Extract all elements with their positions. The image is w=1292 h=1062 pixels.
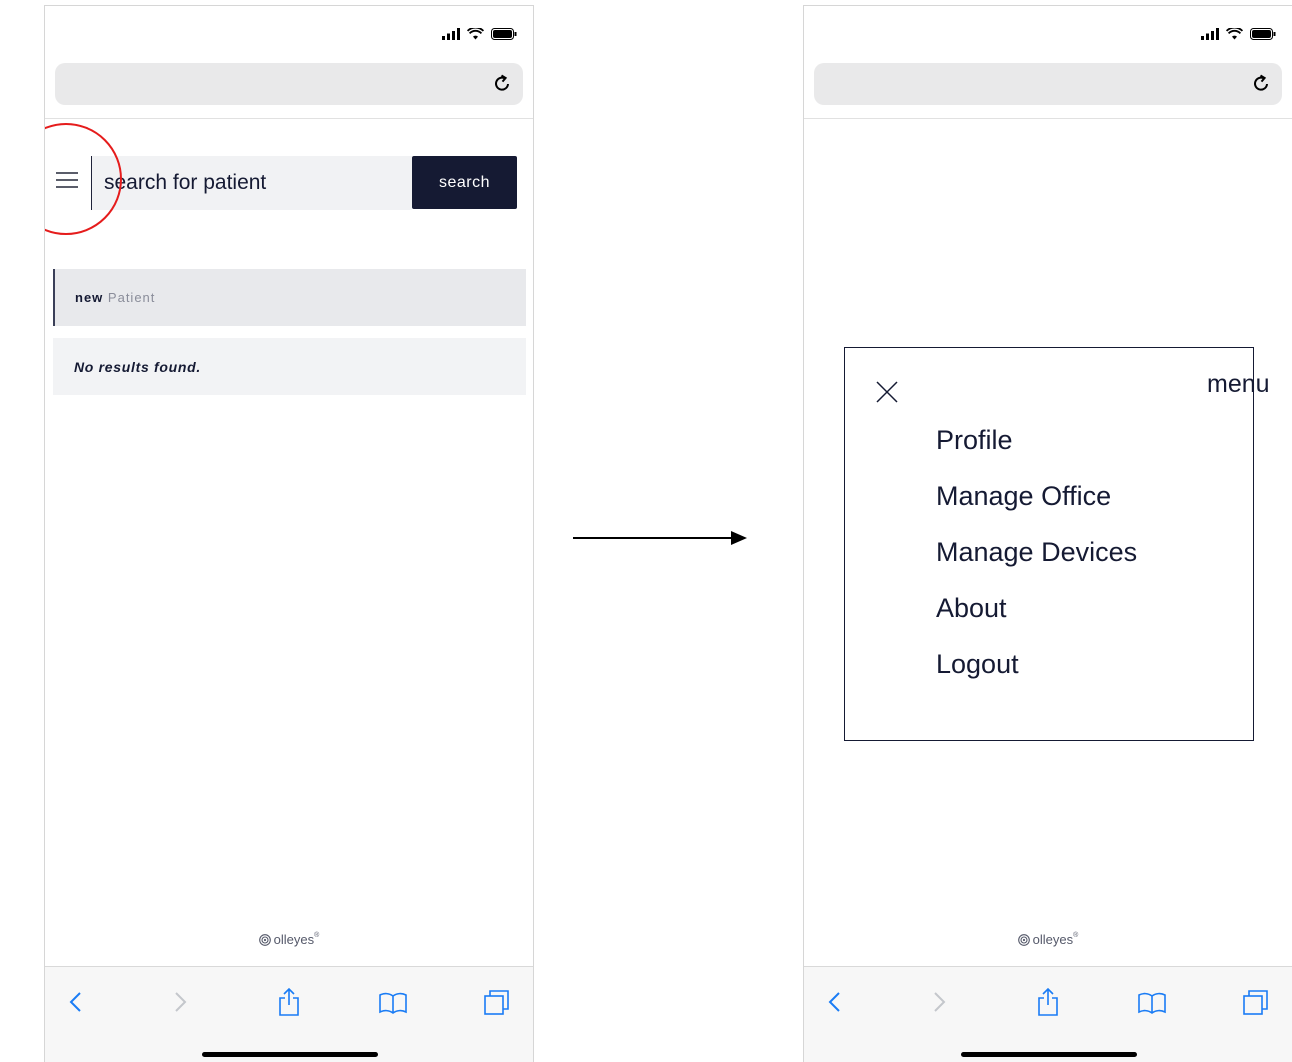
brand-name: olleyes <box>273 932 315 947</box>
menu-item-manage-office[interactable]: Manage Office <box>936 481 1137 537</box>
back-icon[interactable] <box>820 987 850 1017</box>
divider <box>45 118 533 119</box>
reload-icon[interactable] <box>1250 73 1272 95</box>
menu-item-logout[interactable]: Logout <box>936 649 1137 705</box>
forward-icon[interactable] <box>165 987 195 1017</box>
share-icon[interactable] <box>274 987 304 1017</box>
menu-list: Profile Manage Office Manage Devices Abo… <box>936 425 1137 705</box>
share-icon[interactable] <box>1033 987 1063 1017</box>
url-bar[interactable] <box>814 63 1282 105</box>
menu-item-profile[interactable]: Profile <box>936 425 1137 481</box>
olleyes-logo-icon <box>258 934 271 946</box>
url-bar[interactable] <box>55 63 523 105</box>
search-button[interactable]: search <box>412 156 517 209</box>
footer-brand: olleyes® <box>45 932 533 947</box>
battery-icon <box>491 28 517 40</box>
browser-toolbar <box>804 966 1292 1062</box>
search-input[interactable] <box>104 156 404 210</box>
home-indicator <box>961 1052 1137 1057</box>
olleyes-logo-icon <box>1017 934 1030 946</box>
no-results-text: No results found. <box>74 359 202 375</box>
menu-item-manage-devices[interactable]: Manage Devices <box>936 537 1137 593</box>
wifi-icon <box>1226 28 1243 40</box>
wifi-icon <box>467 28 484 40</box>
status-bar <box>1201 28 1276 40</box>
divider <box>804 118 1292 119</box>
close-icon[interactable] <box>876 381 898 403</box>
search-field[interactable] <box>91 156 412 210</box>
menu-title[interactable]: menu <box>1207 370 1270 399</box>
brand-name: olleyes <box>1032 932 1074 947</box>
no-results-box: No results found. <box>53 338 526 395</box>
transition-arrow-line <box>573 537 733 539</box>
bookmarks-icon[interactable] <box>1137 987 1167 1017</box>
new-patient-row[interactable]: new Patient <box>53 269 526 326</box>
signal-icon <box>442 28 460 40</box>
back-icon[interactable] <box>61 987 91 1017</box>
menu-panel: Profile Manage Office Manage Devices Abo… <box>844 347 1254 741</box>
menu-item-about[interactable]: About <box>936 593 1137 649</box>
new-patient-bold: new <box>75 290 104 305</box>
bookmarks-icon[interactable] <box>378 987 408 1017</box>
phone-screen-after: Profile Manage Office Manage Devices Abo… <box>803 5 1292 1062</box>
status-bar <box>442 28 517 40</box>
battery-icon <box>1250 28 1276 40</box>
reload-icon[interactable] <box>491 73 513 95</box>
brand-mark: ® <box>314 932 320 939</box>
transition-arrow-head <box>731 531 747 545</box>
phone-screen-before: search new Patient No results found. oll… <box>44 5 534 1062</box>
tabs-icon[interactable] <box>482 987 512 1017</box>
hamburger-icon[interactable] <box>56 172 78 188</box>
tabs-icon[interactable] <box>1241 987 1271 1017</box>
footer-brand: olleyes® <box>804 932 1292 947</box>
brand-mark: ® <box>1073 932 1079 939</box>
browser-toolbar <box>45 966 533 1062</box>
new-patient-label: Patient <box>107 290 156 305</box>
signal-icon <box>1201 28 1219 40</box>
home-indicator <box>202 1052 378 1057</box>
forward-icon[interactable] <box>924 987 954 1017</box>
